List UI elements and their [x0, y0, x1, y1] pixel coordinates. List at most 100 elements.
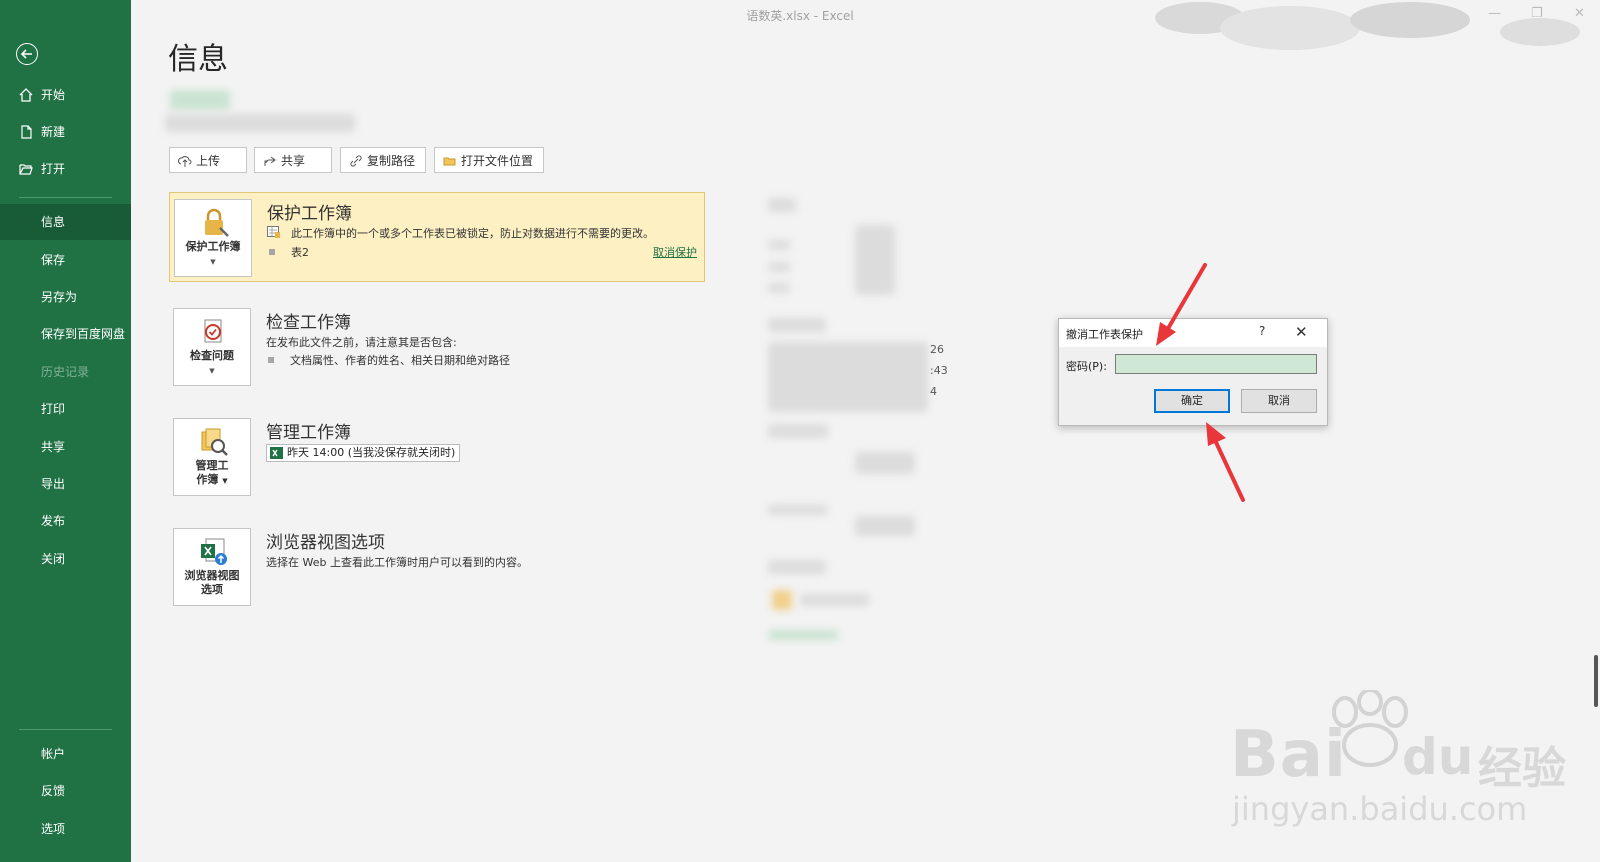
dialog-close-icon[interactable]: ✕: [1295, 323, 1308, 341]
manage-workbook-section: 管理工 作簿 ▼ 管理工作簿 昨天 14:00 (当我没保存就关闭时): [169, 412, 705, 500]
locked-sheet-name: 表2: [291, 246, 309, 259]
sidebar-item-label: 保存: [41, 253, 66, 267]
protect-workbook-title: 保护工作簿: [267, 204, 352, 224]
manage-workbook-tile[interactable]: 管理工 作簿 ▼: [173, 418, 251, 496]
watermark-brand-du: du: [1402, 728, 1474, 786]
property-fragment: 26: [930, 343, 944, 356]
upload-button[interactable]: 上传: [169, 147, 247, 173]
autosaved-version-item[interactable]: 昨天 14:00 (当我没保存就关闭时): [266, 444, 461, 462]
sidebar-item-print[interactable]: 打印: [0, 391, 131, 427]
annotation-arrow-icon: [1156, 263, 1207, 346]
help-icon[interactable]: ?: [1259, 324, 1265, 338]
chevron-down-icon: ▼: [210, 258, 216, 266]
sidebar-item-share[interactable]: 共享: [0, 429, 131, 465]
copy-path-button[interactable]: 复制路径: [340, 147, 426, 173]
browser-view-options-tile[interactable]: 浏览器视图 选项: [173, 528, 251, 606]
sidebar-item-account[interactable]: 帐户: [0, 736, 131, 772]
sidebar-divider: [19, 197, 112, 198]
password-input[interactable]: [1115, 354, 1317, 374]
minimize-icon[interactable]: —: [1488, 6, 1501, 21]
scrollbar-thumb[interactable]: [1594, 655, 1598, 707]
blurred-file-path: [165, 114, 355, 132]
password-label: 密码(P):: [1066, 360, 1107, 373]
manage-workbook-tile-label: 管理工 作簿 ▼: [174, 459, 250, 488]
manage-workbook-tile-label-line2: 作簿 ▼: [174, 473, 250, 488]
excel-file-icon: [270, 447, 283, 459]
share-button-label: 共享: [281, 154, 306, 168]
lock-icon: [205, 208, 229, 237]
cancel-button[interactable]: 取消: [1241, 389, 1317, 413]
sidebar-item-label: 共享: [41, 440, 66, 454]
sidebar-item-save-as[interactable]: 另存为: [0, 279, 131, 315]
property-fragment: 4: [930, 385, 937, 398]
sidebar-item-label: 打印: [41, 402, 66, 416]
sidebar-item-info[interactable]: 信息: [0, 204, 131, 240]
sidebar-item-save[interactable]: 保存: [0, 242, 131, 278]
browser-view-options-tile-label-line2: 选项: [201, 583, 223, 596]
check-issues-tile-label: 检查问题: [190, 349, 234, 362]
open-file-location-button-label: 打开文件位置: [461, 154, 534, 168]
share-icon: [264, 156, 276, 166]
sidebar-item-open[interactable]: 打开: [0, 151, 131, 187]
sidebar-item-label: 打开: [41, 162, 66, 176]
ok-button[interactable]: 确定: [1154, 389, 1230, 413]
browser-view-text: 选择在 Web 上查看此工作簿时用户可以看到的内容。: [266, 556, 528, 569]
home-icon: [19, 88, 33, 102]
new-file-icon: [21, 125, 32, 139]
sidebar-item-label: 反馈: [41, 784, 66, 798]
upload-icon: [178, 156, 192, 167]
sidebar-item-publish[interactable]: 发布: [0, 503, 131, 539]
manage-workbook-title: 管理工作簿: [266, 423, 351, 443]
chevron-down-icon: ▼: [209, 367, 215, 375]
close-icon[interactable]: ✕: [1574, 6, 1585, 21]
check-issues-tile[interactable]: 检查问题 ▼: [173, 308, 251, 386]
sidebar-item-save-to-baidu[interactable]: 保存到百度网盘: [0, 316, 131, 352]
annotation-arrow-icon: [1206, 422, 1245, 502]
sidebar-item-label: 发布: [41, 514, 66, 528]
sidebar-item-label: 历史记录: [41, 365, 90, 379]
autosaved-version-label: 昨天 14:00 (当我没保存就关闭时): [287, 446, 456, 459]
open-file-location-button[interactable]: 打开文件位置: [434, 147, 544, 173]
sidebar-item-close[interactable]: 关闭: [0, 541, 131, 577]
inspect-workbook-text: 在发布此文件之前，请注意其是否包含:: [266, 336, 457, 349]
watermark-cn: 经验: [1478, 743, 1566, 794]
manage-workbook-tile-label-line1: 管理工: [195, 459, 229, 472]
manage-workbook-tile-label-line2-text: 作簿: [196, 473, 219, 486]
protect-workbook-text: 此工作簿中的一个或多个工作表已被锁定，防止对数据进行不需要的更改。: [291, 227, 654, 240]
browser-view-options-tile-label: 浏览器视图 选项: [174, 569, 250, 597]
sidebar-item-label: 导出: [41, 477, 66, 491]
sidebar-item-export[interactable]: 导出: [0, 466, 131, 502]
sidebar-item-feedback[interactable]: 反馈: [0, 773, 131, 809]
backstage-sidebar: 开始 新建 打开 信息 保存 另存为 保存到百度网盘 历史记录 打印 共享 导出…: [0, 0, 131, 862]
sidebar-item-home[interactable]: 开始: [0, 77, 131, 113]
share-button[interactable]: 共享: [254, 147, 332, 173]
sidebar-item-label: 关闭: [41, 552, 66, 566]
inspect-workbook-section: 检查问题 ▼ 检查工作簿 在发布此文件之前，请注意其是否包含: 文档属性、作者的…: [169, 302, 705, 390]
restore-icon[interactable]: ❐: [1531, 6, 1543, 21]
manage-workbook-icon: [201, 428, 228, 456]
inspect-workbook-bullet: 文档属性、作者的姓名、相关日期和绝对路径: [290, 354, 510, 367]
unprotect-link[interactable]: 取消保护: [653, 244, 697, 260]
bullet: [269, 249, 275, 255]
page-title: 信息: [168, 42, 228, 77]
sidebar-item-label: 另存为: [41, 290, 78, 304]
link-icon: [350, 155, 362, 167]
copy-path-button-label: 复制路径: [367, 154, 416, 168]
upload-button-label: 上传: [196, 154, 221, 168]
sidebar-item-label: 信息: [41, 215, 66, 229]
bullet: [268, 357, 274, 363]
chevron-down-icon: ▼: [222, 477, 228, 485]
sidebar-item-label: 选项: [41, 822, 66, 836]
sidebar-item-new[interactable]: 新建: [0, 114, 131, 150]
back-arrow-icon[interactable]: [16, 43, 38, 65]
protect-workbook-section: 保护工作簿 ▼ 保护工作簿 此工作簿中的一个或多个工作表已被锁定，防止对数据进行…: [169, 192, 705, 282]
sidebar-item-label: 帐户: [41, 747, 66, 761]
browser-view-title: 浏览器视图选项: [266, 533, 385, 553]
watermark-url: jingyan.baidu.com: [1232, 790, 1528, 828]
dialog-title: 撤消工作表保护: [1066, 328, 1143, 341]
protect-workbook-tile[interactable]: 保护工作簿 ▼: [174, 199, 252, 277]
sheet-lock-icon: [267, 226, 280, 238]
sidebar-item-options[interactable]: 选项: [0, 811, 131, 847]
property-fragment: :43: [930, 364, 948, 377]
browser-view-options-tile-label-line1: 浏览器视图: [184, 569, 240, 582]
